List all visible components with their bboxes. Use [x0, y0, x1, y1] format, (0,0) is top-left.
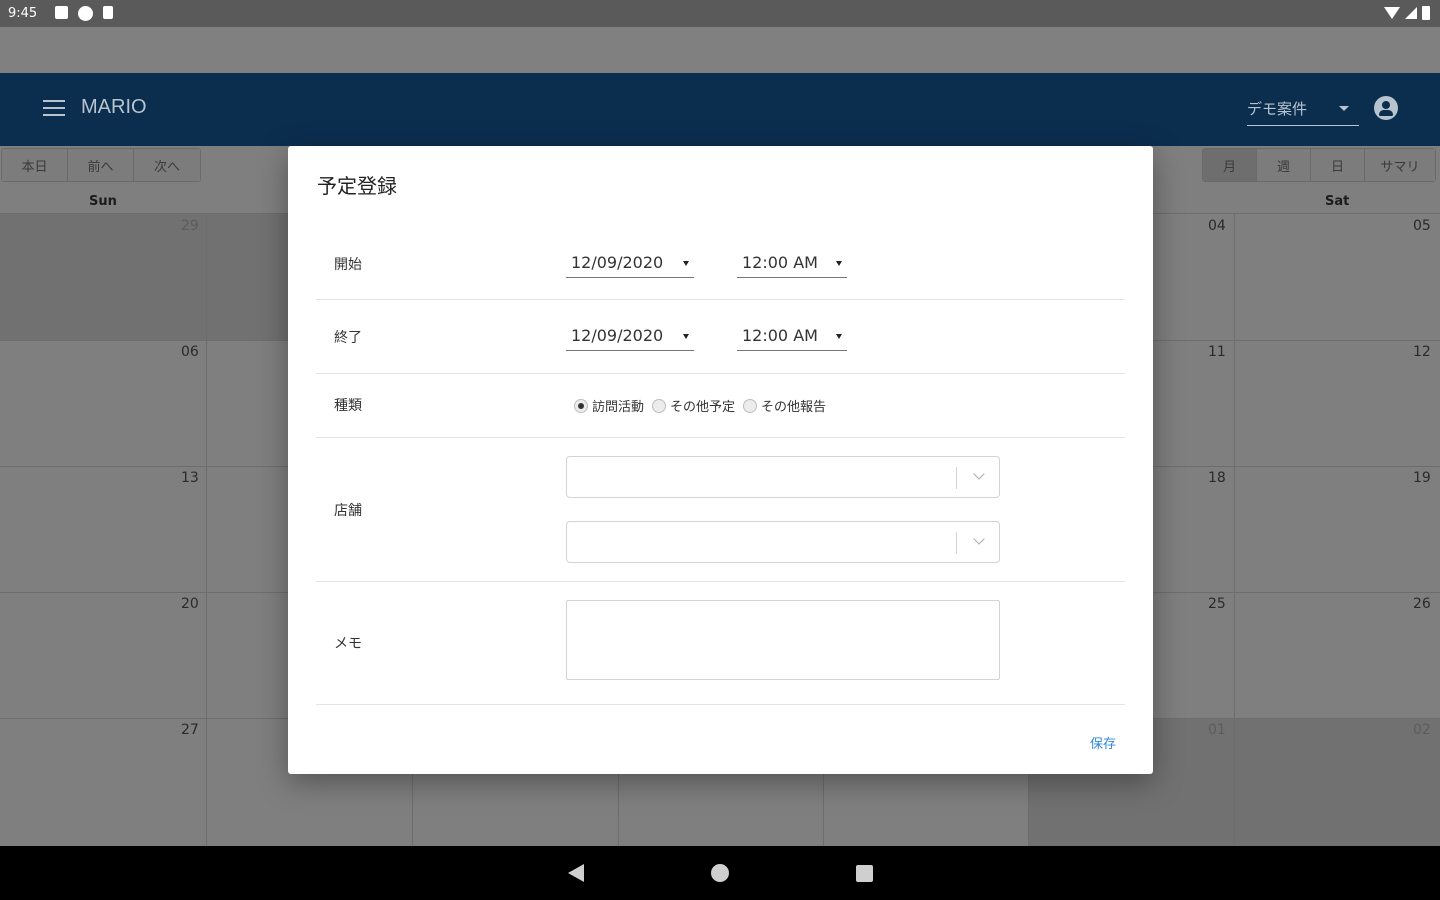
store-select-2[interactable]	[566, 521, 1000, 563]
start-time-value: 12:00 AM	[742, 253, 818, 272]
radio-label: その他予定	[670, 400, 736, 415]
next-button[interactable]: 次へ	[134, 149, 200, 181]
today-button[interactable]: 本日	[2, 149, 68, 181]
schedule-dialog: 予定登録 開始 12/09/2020 12:00 AM 終了 12/09/202…	[288, 146, 1153, 774]
day-number[interactable]: 04	[1208, 218, 1226, 234]
end-time-value: 12:00 AM	[742, 326, 818, 345]
view-day-button[interactable]: 日	[1311, 149, 1365, 181]
store-select-1[interactable]	[566, 456, 1000, 498]
back-icon[interactable]	[568, 864, 584, 882]
day-number[interactable]: 05	[1413, 218, 1431, 234]
status-bar: 9:45	[0, 0, 1440, 27]
calendar-view-buttons: 月 週 日 サマリ	[1202, 148, 1436, 182]
battery-icon	[1422, 6, 1430, 20]
sd-card-icon	[103, 6, 113, 19]
divider	[316, 581, 1125, 582]
end-date-value: 12/09/2020	[571, 326, 664, 345]
dropdown-arrow-icon	[683, 334, 689, 339]
radio-label: 訪問活動	[592, 400, 645, 415]
radio-other-report[interactable]	[743, 398, 758, 413]
day-number[interactable]: 02	[1413, 722, 1431, 738]
day-number[interactable]: 19	[1413, 470, 1431, 486]
start-time-picker[interactable]: 12:00 AM	[737, 250, 847, 278]
radio-other-plan[interactable]	[652, 398, 667, 413]
caret-down-icon	[1339, 106, 1349, 111]
divider	[316, 437, 1125, 438]
status-time: 9:45	[8, 6, 38, 21]
day-number[interactable]: 29	[181, 218, 199, 234]
account-icon[interactable]	[1374, 96, 1398, 120]
start-date-value: 12/09/2020	[571, 253, 664, 272]
divider	[316, 704, 1125, 705]
divider	[316, 299, 1125, 300]
day-number[interactable]: 11	[1208, 344, 1226, 360]
view-month-button[interactable]: 月	[1203, 149, 1257, 181]
select-separator	[956, 532, 957, 554]
dropdown-arrow-icon	[683, 261, 689, 266]
view-summary-button[interactable]: サマリ	[1365, 149, 1435, 181]
day-number[interactable]: 18	[1208, 470, 1226, 486]
notification-icon	[55, 6, 68, 19]
recent-apps-icon[interactable]	[856, 865, 873, 882]
weekday-sun: Sun	[89, 194, 117, 209]
day-number[interactable]: 01	[1208, 722, 1226, 738]
status-system-icons	[1384, 6, 1430, 20]
wifi-icon	[1384, 7, 1400, 19]
day-number[interactable]: 06	[181, 344, 199, 360]
radio-visit[interactable]	[574, 398, 588, 413]
home-icon[interactable]	[711, 864, 729, 882]
dropdown-arrow-icon	[836, 334, 842, 339]
prev-button[interactable]: 前へ	[68, 149, 134, 181]
day-number[interactable]: 12	[1413, 344, 1431, 360]
save-button[interactable]: 保存	[1090, 733, 1116, 752]
day-number[interactable]: 13	[181, 470, 199, 486]
day-number[interactable]: 25	[1208, 596, 1226, 612]
weekday-sat: Sat	[1325, 194, 1350, 209]
app-notification-icon	[78, 6, 93, 21]
view-week-button[interactable]: 週	[1257, 149, 1311, 181]
divider	[316, 373, 1125, 374]
start-date-picker[interactable]: 12/09/2020	[566, 250, 694, 278]
calendar-nav-buttons: 本日 前へ 次へ	[1, 148, 201, 182]
type-radio-group: 訪問活動 その他予定 その他報告	[574, 396, 834, 415]
day-number[interactable]: 27	[181, 722, 199, 738]
app-title: MARIO	[81, 96, 147, 118]
end-date-picker[interactable]: 12/09/2020	[566, 323, 694, 351]
grid-line	[1234, 214, 1235, 846]
end-label: 終了	[334, 330, 362, 346]
type-label: 種類	[334, 398, 362, 414]
project-select[interactable]: デモ案件	[1247, 94, 1359, 126]
dialog-title: 予定登録	[317, 174, 397, 198]
project-select-value: デモ案件	[1247, 100, 1308, 118]
end-time-picker[interactable]: 12:00 AM	[737, 323, 847, 351]
start-label: 開始	[334, 257, 362, 273]
chevron-down-icon	[973, 468, 985, 480]
dropdown-arrow-icon	[836, 261, 842, 266]
status-notification-icons	[55, 6, 113, 21]
radio-label: その他報告	[761, 400, 827, 415]
memo-label: メモ	[334, 636, 362, 652]
select-separator	[956, 467, 957, 489]
browser-bar	[0, 27, 1440, 73]
menu-icon[interactable]	[43, 100, 65, 116]
chevron-down-icon	[973, 533, 985, 545]
day-number[interactable]: 20	[181, 596, 199, 612]
day-number[interactable]: 26	[1413, 596, 1431, 612]
app-bar	[0, 73, 1440, 146]
memo-textarea[interactable]	[566, 600, 1000, 680]
signal-icon	[1405, 7, 1417, 19]
grid-line	[206, 214, 207, 846]
store-label: 店舗	[334, 503, 362, 519]
